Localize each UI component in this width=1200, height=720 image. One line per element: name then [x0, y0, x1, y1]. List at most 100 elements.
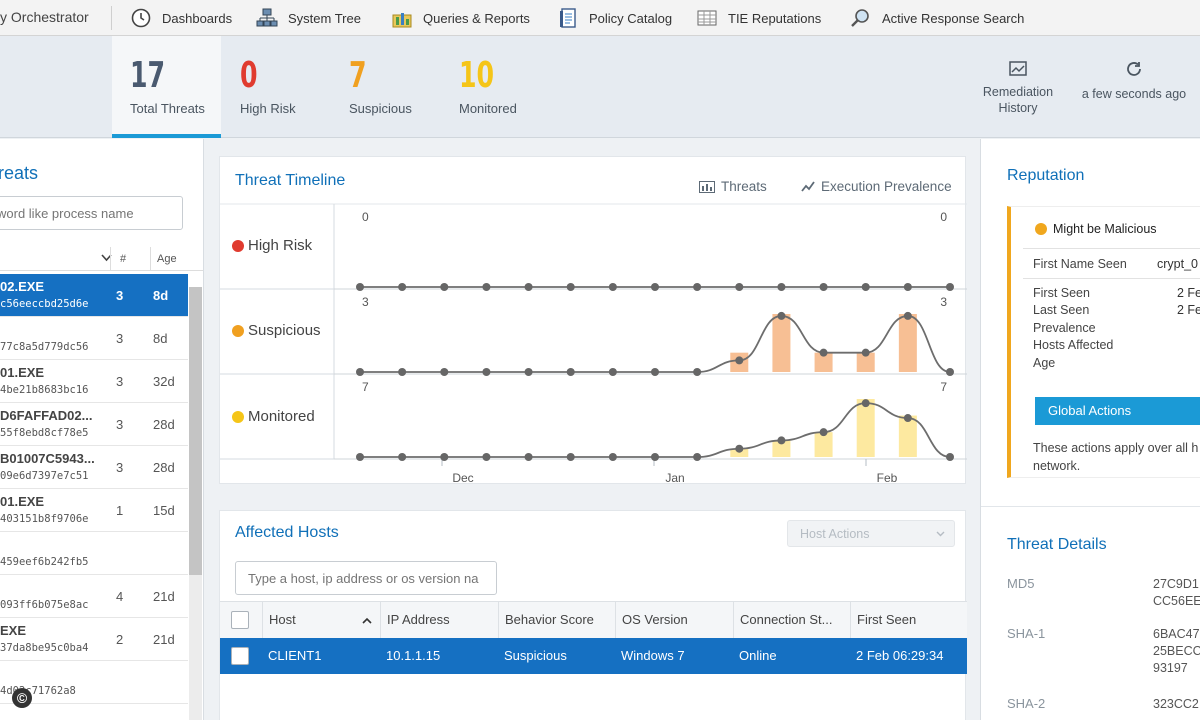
col-behavior-score[interactable]: Behavior Score: [498, 602, 615, 639]
nav-label: Queries & Reports: [423, 10, 530, 26]
chart-point: [608, 453, 617, 461]
col-ip[interactable]: IP Address: [380, 602, 498, 639]
remediation-history-button[interactable]: Remediation History: [978, 60, 1058, 116]
nav-label: System Tree: [288, 10, 361, 26]
stat-monitored[interactable]: 10 Monitored: [459, 36, 549, 138]
chart-bar: [772, 314, 791, 372]
list-item[interactable]: 459eef6b242fb5: [0, 532, 188, 575]
threat-timeline-chart: Dec Jan Feb 0 0 3 3 7 7: [220, 203, 967, 485]
chart-point: [356, 283, 364, 291]
nav-item-tie-reputations[interactable]: TIE Reputations: [696, 0, 821, 36]
col-host[interactable]: Host: [262, 602, 380, 639]
chart-point: [651, 453, 659, 461]
chart-point: [566, 283, 575, 291]
list-item[interactable]: 02.EXE c56eeccbd25d6e 3 8d: [0, 274, 188, 317]
stat-value: 10: [459, 55, 495, 96]
chart-point: [651, 368, 659, 376]
threat-hash: 4be21b8683bc16: [0, 384, 89, 396]
threat-age: 28d: [153, 460, 175, 475]
chart-point: [608, 283, 617, 291]
reputation-title: Reputation: [1007, 167, 1085, 184]
md5-line2: CC56EE: [1153, 594, 1200, 608]
host-connection: Online: [739, 648, 777, 663]
chart-point: [398, 283, 407, 291]
chart-point: [819, 283, 828, 291]
chart-point: [524, 283, 533, 291]
stat-label: Monitored: [459, 101, 517, 116]
stat-suspicious[interactable]: 7 Suspicious: [349, 36, 439, 138]
list-item[interactable]: B01007C5943... 09e6d7397e7c51 3 28d: [0, 446, 188, 489]
col-behavior-label: Behavior Score: [505, 612, 594, 627]
col-count[interactable]: #: [120, 253, 126, 265]
reputation-status: Might be Malicious: [1053, 222, 1157, 236]
chart-point: [524, 368, 533, 376]
col-connection-label: Connection St...: [740, 612, 833, 627]
list-item[interactable]: 77c8a5d779dc56 3 8d: [0, 317, 188, 360]
chart-point: [566, 368, 575, 376]
list-item[interactable]: 093ff6b075e8ac 4 21d: [0, 575, 188, 618]
col-age[interactable]: Age: [157, 253, 177, 265]
reputation-box: Might be Malicious First Name Seen crypt…: [1007, 206, 1200, 478]
stat-high-risk[interactable]: 0 High Risk: [240, 36, 330, 138]
chart-point: [398, 368, 407, 376]
list-item[interactable]: 01.EXE 403151b8f9706e 1 15d: [0, 489, 188, 532]
lane-max-right: 7: [940, 380, 947, 394]
chart-point: [693, 453, 702, 461]
chart-point: [440, 453, 449, 461]
actions-note-line2: network.: [1033, 459, 1081, 473]
stat-total-threats[interactable]: 17 Total Threats: [112, 36, 221, 138]
select-all-checkbox[interactable]: [231, 611, 249, 629]
col-os-version[interactable]: OS Version: [615, 602, 733, 639]
nav-label: Dashboards: [162, 10, 233, 26]
copyright-icon: ©: [12, 688, 32, 708]
col-first-seen[interactable]: First Seen: [850, 602, 967, 639]
month-tick-label: Feb: [877, 471, 898, 485]
nav-item-queries-reports[interactable]: Queries & Reports: [391, 0, 530, 36]
col-connection[interactable]: Connection St...: [733, 602, 850, 639]
threat-list-header: # Age: [0, 247, 203, 271]
table-icon: [697, 10, 717, 26]
chart-point: [356, 453, 364, 461]
host-search-input[interactable]: [235, 561, 497, 595]
global-actions-button[interactable]: Global Actions: [1035, 397, 1200, 425]
nav-item-active-response-search[interactable]: Active Response Search: [850, 0, 1024, 36]
threat-count: 3: [116, 460, 124, 475]
month-tick-label: Jan: [665, 471, 684, 485]
refresh-button[interactable]: a few seconds ago: [1078, 60, 1190, 102]
threat-summary-bar: 17 Total Threats 0 High Risk 7 Suspiciou…: [0, 36, 1200, 138]
chart-bar: [856, 399, 875, 457]
host-actions-dropdown[interactable]: Host Actions: [787, 520, 955, 547]
threat-hash: 09e6d7397e7c51: [0, 470, 89, 482]
threat-search-input[interactable]: [0, 196, 183, 230]
host-actions-label: Host Actions: [800, 527, 870, 541]
reputation-panel: Reputation Might be Malicious First Name…: [980, 139, 1200, 720]
chart-point: [777, 283, 786, 291]
chart-point: [482, 453, 491, 461]
threat-count: 3: [116, 374, 124, 389]
chart-point: [903, 414, 912, 423]
nav-item-dashboards[interactable]: Dashboards: [130, 0, 232, 36]
first-seen-value: 2 Fe: [1177, 286, 1200, 300]
chart-point: [861, 348, 870, 357]
chart-point: [946, 453, 954, 461]
chart-point: [903, 311, 912, 320]
nav-item-policy-catalog[interactable]: Policy Catalog: [557, 0, 672, 36]
md5-line1: 27C9D1: [1153, 577, 1199, 591]
chart-point: [651, 283, 659, 291]
list-item[interactable]: EXE 37da8be95c0ba4 2 21d: [0, 618, 188, 661]
sha1-label: SHA-1: [1007, 626, 1046, 641]
md5-label: MD5: [1007, 576, 1035, 591]
list-item[interactable]: 01.EXE 4be21b8683bc16 3 32d: [0, 360, 188, 403]
host-ip: 10.1.1.15: [386, 648, 441, 663]
threat-age: 8d: [153, 331, 168, 346]
last-seen-value: 2 Fe: [1177, 303, 1200, 317]
chart-point: [735, 444, 744, 453]
threat-list-scroll-thumb[interactable]: [189, 287, 202, 575]
age-label: Age: [1033, 356, 1056, 370]
row-checkbox[interactable]: [231, 647, 249, 665]
hosts-table-header: Host IP Address Behavior Score OS Versio…: [220, 601, 967, 639]
table-row[interactable]: CLIENT1 10.1.1.15 Suspicious Windows 7 O…: [220, 638, 967, 674]
nav-item-system-tree[interactable]: System Tree: [256, 0, 361, 36]
sha1-line1: 6BAC47: [1153, 627, 1200, 641]
list-item[interactable]: D6FAFFAD02... 55f8ebd8cf78e5 3 28d: [0, 403, 188, 446]
